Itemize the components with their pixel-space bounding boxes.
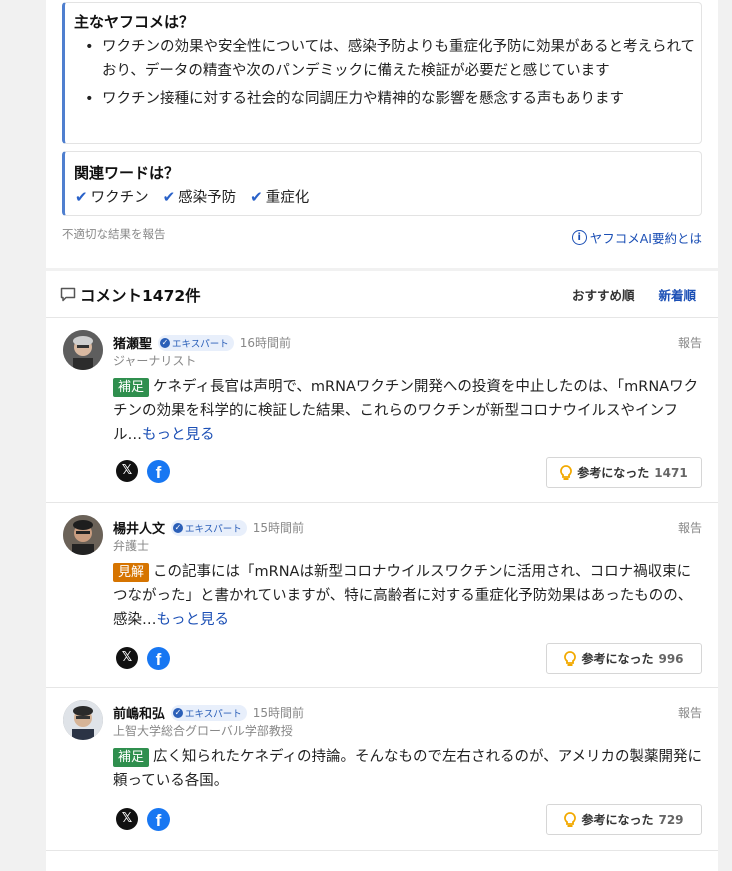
comment-body: 補足 ケネディ長官は声明で、mRNAワクチン開発への投資を中止したのは、「mRNA… [113,375,703,447]
facebook-share-icon[interactable]: f [147,460,170,483]
helpful-button[interactable]: 参考になった 1471 [546,457,702,488]
comments-count-title: コメント1472件 [80,287,201,305]
related-word: ✔ ワクチン [75,187,149,207]
comment-body: 補足 広く知られたケネディの持論。そんなもので左右されるのが、アメリカの製薬開発に… [113,745,703,793]
comments-header: コメント1472件 おすすめ順 新着順 [46,271,718,318]
x-share-icon[interactable]: 𝕏 [116,808,138,830]
check-icon: ✔ [250,187,263,206]
report-link[interactable]: 報告 [678,704,702,721]
lightbulb-icon [564,811,577,827]
report-inappropriate-link[interactable]: 不適切な結果を報告 [62,226,166,242]
sort-recommended-tab[interactable]: おすすめ順 [572,285,635,304]
sort-newest-tab[interactable]: 新着順 [658,285,696,304]
related-words: ✔ ワクチン ✔ 感染予防 ✔ 重症化 [75,186,309,207]
comment-time: 15時間前 [252,706,305,720]
helpful-button[interactable]: 参考になった 729 [546,804,702,835]
comment-bubble-icon [60,287,76,302]
about-ai-link[interactable]: i ヤフコメAI要約とは [571,228,702,247]
related-word: ✔ 重症化 [250,187,310,207]
share-buttons: 𝕏 f [116,647,170,670]
check-icon: ✔ [75,187,88,206]
comments-section: コメント1472件 おすすめ順 新着順 猪瀬聖 ✓ エキスパート 16時間前 ジャ… [46,271,718,871]
commenter-name[interactable]: 前嶋和弘 [113,703,165,722]
commenter-name-row: 前嶋和弘 ✓ エキスパート 15時間前 [113,703,304,722]
related-words-box: 関連ワードは？ ✔ ワクチン ✔ 感染予防 ✔ 重症化 [62,151,702,216]
lightbulb-icon [560,464,573,480]
related-title: 関連ワードは？ [74,164,180,182]
helpful-button[interactable]: 参考になった 996 [546,643,702,674]
comment-item: 猪瀬聖 ✓ エキスパート 16時間前 ジャーナリスト 報告 補足 ケネディ長官は声明… [46,318,718,503]
avatar[interactable] [63,330,103,370]
summary-bullet: • ワクチンの効果や安全性については、感染予防よりも重症化予防に効果があると考えら… [85,39,696,79]
facebook-share-icon[interactable]: f [147,647,170,670]
comment-item: 前嶋和弘 ✓ エキスパート 15時間前 上智大学総合グローバル学部教授 報告 補足… [46,688,718,851]
commenter-name[interactable]: 猪瀬聖 [113,333,152,352]
share-buttons: 𝕏 f [116,460,170,483]
share-buttons: 𝕏 f [116,808,170,831]
comment-text: 広く知られたケネディの持論。そんなもので左右されるのが、アメリカの製薬開発に頼っ… [113,749,702,789]
read-more-link[interactable]: もっと見る [157,612,230,628]
comment-body: 見解 この記事には「mRNAは新型コロナウイルスワクチンに活用され、コロナ禍収束に… [113,560,703,632]
sort-options: おすすめ順 新着順 [572,285,696,304]
commenter-role: 弁護士 [113,539,150,553]
report-link[interactable]: 報告 [678,519,702,536]
facebook-share-icon[interactable]: f [147,808,170,831]
commenter-name-row: 猪瀬聖 ✓ エキスパート 16時間前 [113,333,291,352]
x-share-icon[interactable]: 𝕏 [116,460,138,482]
commenter-name[interactable]: 楊井人文 [113,518,165,537]
commenter-role: ジャーナリスト [113,354,197,368]
summary-bullet: • ワクチン接種に対する社会的な同調圧力や精神的な影響を懸念する声もあります [85,91,624,107]
expert-badge: ✓ エキスパート [158,334,234,351]
comment-tag: 見解 [113,563,150,582]
comment-tag: 補足 [113,378,150,397]
avatar[interactable] [63,700,103,740]
read-more-link[interactable]: もっと見る [142,427,215,443]
commenter-role: 上智大学総合グローバル学部教授 [113,724,293,738]
lightbulb-icon [564,650,577,666]
info-icon: i [571,230,587,245]
verified-icon: ✓ [160,337,171,348]
related-word: ✔ 感染予防 [162,187,237,207]
expert-badge: ✓ エキスパート [171,519,247,536]
comment-time: 16時間前 [239,336,292,350]
avatar[interactable] [63,515,103,555]
verified-icon: ✓ [173,707,184,718]
comment-tag: 補足 [113,748,150,767]
comment-item: 楊井人文 ✓ エキスパート 15時間前 弁護士 報告 見解 この記事には「mRNAは… [46,503,718,688]
summary-title: 主なヤフコメは？ [74,13,195,31]
check-icon: ✔ [162,187,176,206]
comment-time: 15時間前 [252,521,305,535]
main-comments-summary: 主なヤフコメは？ • ワクチンの効果や安全性については、感染予防よりも重症化予防に… [62,2,702,144]
commenter-name-row: 楊井人文 ✓ エキスパート 15時間前 [113,518,304,537]
ai-summary-card: 主なヤフコメは？ • ワクチンの効果や安全性については、感染予防よりも重症化予防に… [46,0,718,268]
expert-badge: ✓ エキスパート [171,704,247,721]
summary-bullets: • ワクチンの効果や安全性については、感染予防よりも重症化予防に効果があると考えら… [82,35,697,115]
x-share-icon[interactable]: 𝕏 [116,647,138,669]
verified-icon: ✓ [173,522,184,533]
report-link[interactable]: 報告 [678,334,702,351]
